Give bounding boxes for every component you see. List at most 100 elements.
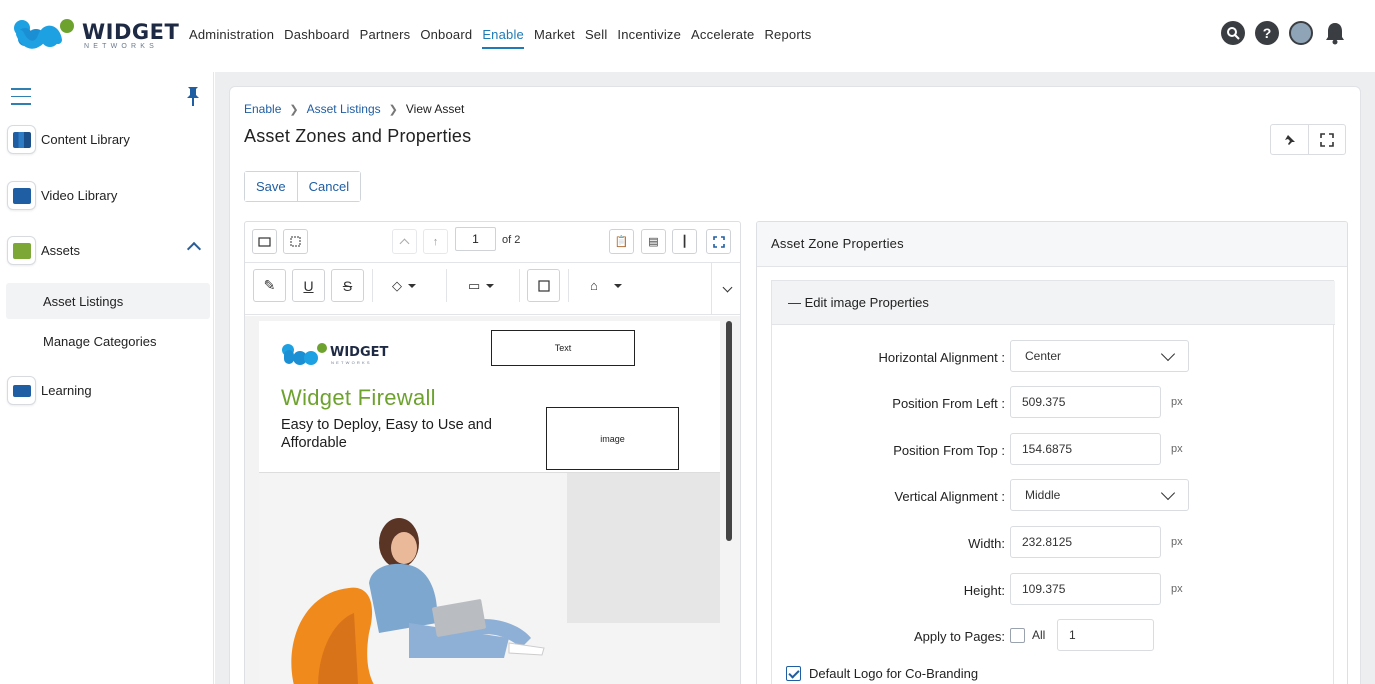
viewer-toolbar: ↑ 1 of 2 📋 ▤ ┃ xyxy=(245,222,740,263)
select-zone-icon[interactable] xyxy=(283,229,308,254)
nav-dashboard[interactable]: Dashboard xyxy=(284,27,349,49)
sidebar-item-label: Content Library xyxy=(41,132,130,147)
toolbar-divider xyxy=(519,269,520,302)
previous-page-icon[interactable] xyxy=(392,229,417,254)
vertical-alignment-select[interactable]: Middle xyxy=(1010,479,1189,511)
image-zone[interactable]: image xyxy=(546,407,679,470)
breadcrumb-enable[interactable]: Enable xyxy=(244,102,281,116)
user-avatar[interactable] xyxy=(1289,21,1313,45)
document-logo-subtext: NETWORKS xyxy=(331,360,372,365)
chevron-down-icon xyxy=(1160,346,1176,362)
graduation-cap-icon xyxy=(7,376,36,405)
width-label: Width: xyxy=(968,536,1005,551)
height-label: Height: xyxy=(963,583,1005,598)
height-unit: px xyxy=(1171,583,1183,595)
breadcrumb: Enable ❯ Asset Listings ❯ View Asset xyxy=(244,102,464,116)
top-right-icons: ? xyxy=(1221,21,1347,45)
toolbar-more-button[interactable] xyxy=(711,263,740,315)
nav-reports[interactable]: Reports xyxy=(764,27,811,49)
apply-all-pages-checkbox[interactable] xyxy=(1010,628,1025,643)
crop-icon[interactable] xyxy=(527,269,560,302)
delete-page-icon[interactable]: ▤ xyxy=(641,229,666,254)
properties-panel-title: Asset Zone Properties xyxy=(757,222,1347,267)
document-logo-icon xyxy=(282,343,327,365)
sidebar-subitem-manage-categories[interactable]: Manage Categories xyxy=(6,323,210,359)
fit-page-icon[interactable] xyxy=(706,229,731,254)
width-input[interactable]: 232.8125 xyxy=(1010,526,1161,558)
horizontal-alignment-value: Center xyxy=(1025,349,1062,363)
document-photo xyxy=(259,473,720,684)
logo-subtext: NETWORKS xyxy=(84,43,159,50)
nav-enable[interactable]: Enable xyxy=(482,27,524,49)
document-headline: Widget Firewall xyxy=(281,385,436,410)
sidebar-item-content-library[interactable]: Content Library xyxy=(7,125,130,154)
image-dropdown[interactable]: ▭ xyxy=(468,269,495,302)
nav-accelerate[interactable]: Accelerate xyxy=(691,27,754,49)
vertical-scrollbar[interactable] xyxy=(726,321,732,541)
cancel-button[interactable]: Cancel xyxy=(296,172,361,201)
fullscreen-icon[interactable] xyxy=(1308,125,1345,154)
position-left-input[interactable]: 509.375 xyxy=(1010,386,1161,418)
position-top-label: Position From Top : xyxy=(893,443,1005,458)
section-collapse-toggle[interactable]: — Edit image Properties xyxy=(772,281,1335,325)
chevron-down-icon xyxy=(1160,485,1176,501)
horizontal-alignment-select[interactable]: Center xyxy=(1010,340,1189,372)
save-button[interactable]: Save xyxy=(245,172,297,201)
default-logo-checkbox[interactable] xyxy=(786,666,801,681)
nav-administration[interactable]: Administration xyxy=(189,27,274,49)
caret-down-icon xyxy=(408,283,416,288)
nav-market[interactable]: Market xyxy=(534,27,575,49)
vertical-alignment-label: Vertical Alignment : xyxy=(894,489,1005,504)
menu-toggle-icon[interactable] xyxy=(11,88,31,111)
strikethrough-icon[interactable]: S xyxy=(331,269,364,302)
page-number-input[interactable]: 1 xyxy=(455,227,496,251)
vertical-alignment-value: Middle xyxy=(1025,488,1061,502)
sidebar-item-assets[interactable]: Assets xyxy=(7,236,80,265)
align-icon[interactable]: ┃ xyxy=(672,229,697,254)
sidebar-subitem-asset-listings[interactable]: Asset Listings xyxy=(6,283,210,319)
chevron-right-icon: ❯ xyxy=(388,103,398,116)
rectangle-zone-icon[interactable] xyxy=(252,229,277,254)
page-title: Asset Zones and Properties xyxy=(244,126,472,146)
bell-icon[interactable] xyxy=(1323,21,1347,45)
annotation-toolbar: ✎ U S ◇ ▭ ⌂ xyxy=(245,263,740,315)
sidebar-item-learning[interactable]: Learning xyxy=(7,376,92,405)
nav-partners[interactable]: Partners xyxy=(360,27,411,49)
apply-pages-label: Apply to Pages: xyxy=(913,629,1005,644)
position-left-unit: px xyxy=(1171,396,1183,408)
paste-icon[interactable]: 📋 xyxy=(609,229,634,254)
position-top-unit: px xyxy=(1171,443,1183,455)
toolbar-divider xyxy=(372,269,373,302)
first-page-icon[interactable]: ↑ xyxy=(423,229,448,254)
stamp-dropdown[interactable]: ⌂ xyxy=(590,269,622,302)
underline-icon[interactable]: U xyxy=(292,269,325,302)
position-top-input[interactable]: 154.6875 xyxy=(1010,433,1161,465)
help-icon[interactable]: ? xyxy=(1255,21,1279,45)
height-input[interactable]: 109.375 xyxy=(1010,573,1161,605)
pin-icon[interactable] xyxy=(1271,125,1308,154)
sidebar-item-label: Assets xyxy=(41,243,81,258)
nav-sell[interactable]: Sell xyxy=(585,27,607,49)
main-nav: Administration Dashboard Partners Onboar… xyxy=(189,27,821,49)
apply-pages-input[interactable]: 1 xyxy=(1057,619,1154,651)
image-icon: ▭ xyxy=(468,277,481,293)
chevron-up-icon[interactable] xyxy=(186,241,202,257)
text-zone[interactable]: Text xyxy=(491,330,635,366)
nav-onboard[interactable]: Onboard xyxy=(420,27,472,49)
pen-icon[interactable]: ✎ xyxy=(253,269,286,302)
nav-incentivize[interactable]: Incentivize xyxy=(617,27,681,49)
pin-sidebar-icon[interactable] xyxy=(185,85,201,112)
briefcase-icon xyxy=(7,236,36,265)
search-icon[interactable] xyxy=(1221,21,1245,45)
toolbar-divider xyxy=(568,269,569,302)
chevron-right-icon: ❯ xyxy=(289,103,299,116)
main-content: Enable ❯ Asset Listings ❯ View Asset Ass… xyxy=(215,72,1375,684)
breadcrumb-asset-listings[interactable]: Asset Listings xyxy=(307,102,381,116)
widget-networks-logo[interactable]: WIDGET NETWORKS xyxy=(12,16,179,56)
breadcrumb-current: View Asset xyxy=(405,102,465,116)
shape-dropdown[interactable]: ◇ xyxy=(392,269,416,302)
document-logo-text: WIDGET xyxy=(330,345,389,360)
caret-down-icon xyxy=(486,283,495,288)
sidebar-item-video-library[interactable]: Video Library xyxy=(7,181,117,210)
document-page[interactable]: WIDGET NETWORKS Widget Firewall Easy to … xyxy=(259,321,720,684)
